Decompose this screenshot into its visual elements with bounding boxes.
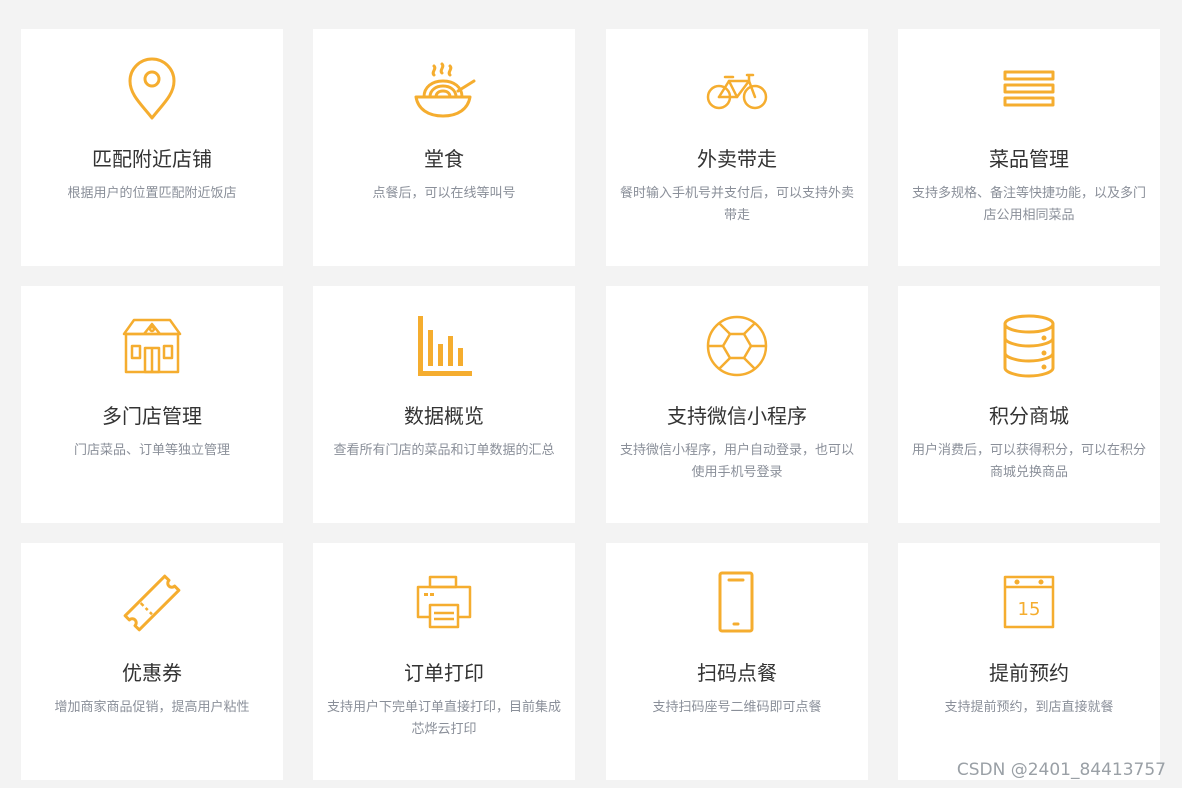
feature-description: 增加商家商品促销，提高用户粘性 [54,700,250,715]
feature-card-scan-to-order[interactable]: 扫码点餐 支持扫码座号二维码即可点餐 [606,543,868,780]
menu-lines-icon [898,57,1160,121]
mobile-phone-icon [606,571,868,635]
feature-card-multi-store[interactable]: 多门店管理 门店菜品、订单等独立管理 [21,286,283,523]
feature-card-order-printing[interactable]: 订单打印 支持用户下完单订单直接打印，目前集成芯烨云打印 [313,543,575,780]
feature-title: 支持微信小程序 [667,404,807,428]
csdn-watermark: CSDN @2401_84413757 [956,760,1166,780]
feature-card-reservation[interactable]: 15 提前预约 支持提前预约，到店直接就餐 [898,543,1160,780]
feature-title: 订单打印 [404,661,484,685]
feature-title: 优惠券 [122,661,182,685]
feature-description: 支持用户下完单订单直接打印，目前集成芯烨云打印 [326,700,561,737]
calendar-day-number: 15 [1018,599,1041,620]
feature-description: 查看所有门店的菜品和订单数据的汇总 [333,443,555,458]
printer-icon [313,571,575,635]
feature-description: 支持扫码座号二维码即可点餐 [652,700,822,715]
feature-description: 用户消费后，可以获得积分，可以在积分商城兑换商品 [911,443,1146,480]
feature-description: 支持微信小程序，用户自动登录，也可以使用手机号登录 [619,443,854,480]
feature-title: 菜品管理 [989,147,1069,171]
aperture-icon [606,314,868,378]
feature-description: 餐时输入手机号并支付后，可以支持外卖带走 [619,186,854,223]
store-house-icon [21,314,283,378]
feature-title: 匹配附近店铺 [92,147,212,171]
feature-title: 外卖带走 [697,147,777,171]
database-stack-icon [898,314,1160,378]
bicycle-icon [606,57,868,121]
location-pin-icon [21,57,283,121]
feature-card-takeaway[interactable]: 外卖带走 餐时输入手机号并支付后，可以支持外卖带走 [606,29,868,266]
feature-card-nearby-stores[interactable]: 匹配附近店铺 根据用户的位置匹配附近饭店 [21,29,283,266]
calendar-icon: 15 [898,571,1160,635]
feature-card-data-overview[interactable]: 数据概览 查看所有门店的菜品和订单数据的汇总 [313,286,575,523]
feature-title: 多门店管理 [102,404,202,428]
noodle-bowl-icon [313,57,575,121]
feature-card-coupons[interactable]: 优惠券 增加商家商品促销，提高用户粘性 [21,543,283,780]
bar-chart-icon [313,314,575,378]
feature-title: 数据概览 [404,404,484,428]
feature-title: 提前预约 [989,661,1069,685]
feature-title: 积分商城 [989,404,1069,428]
coupon-ticket-icon [21,571,283,635]
feature-description: 根据用户的位置匹配附近饭店 [67,186,237,201]
feature-description: 点餐后，可以在线等叫号 [372,186,516,201]
feature-description: 支持提前预约，到店直接就餐 [944,700,1114,715]
feature-description: 支持多规格、备注等快捷功能，以及多门店公用相同菜品 [911,186,1146,223]
feature-title: 扫码点餐 [697,661,777,685]
feature-card-points-mall[interactable]: 积分商城 用户消费后，可以获得积分，可以在积分商城兑换商品 [898,286,1160,523]
feature-card-wechat-mini-program[interactable]: 支持微信小程序 支持微信小程序，用户自动登录，也可以使用手机号登录 [606,286,868,523]
feature-title: 堂食 [424,147,464,171]
feature-card-dish-management[interactable]: 菜品管理 支持多规格、备注等快捷功能，以及多门店公用相同菜品 [898,29,1160,266]
feature-description: 门店菜品、订单等独立管理 [73,443,230,458]
feature-card-dine-in[interactable]: 堂食 点餐后，可以在线等叫号 [313,29,575,266]
